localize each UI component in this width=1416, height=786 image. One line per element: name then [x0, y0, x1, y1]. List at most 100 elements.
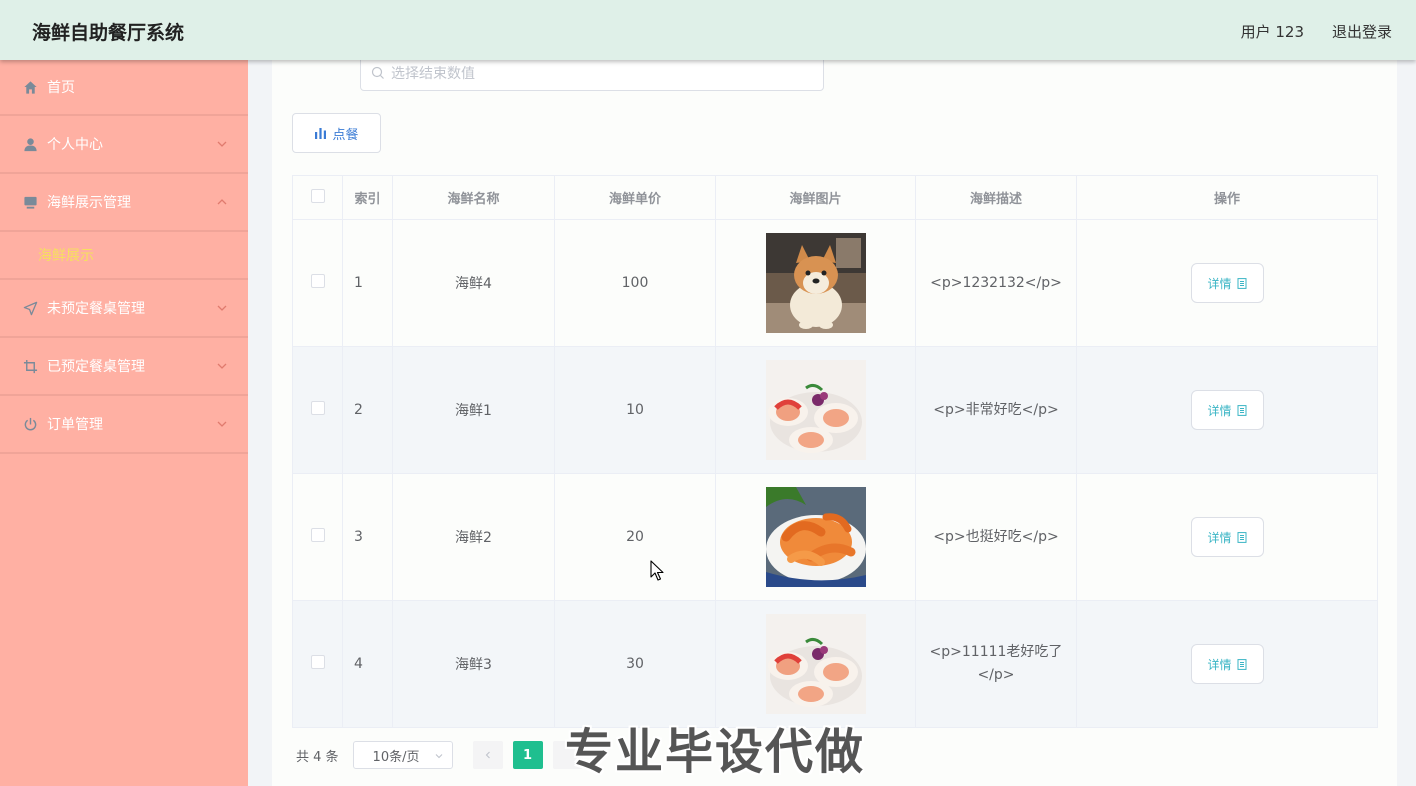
- select-all-checkbox[interactable]: [310, 188, 325, 203]
- scallop-photo: [765, 614, 866, 714]
- sidebar-item-label: 未预定餐桌管理: [47, 301, 145, 317]
- row-checkbox[interactable]: [310, 655, 325, 669]
- end-value-search: [360, 56, 824, 91]
- row-actions: 详情: [1076, 219, 1378, 347]
- row-index: 2: [342, 346, 393, 474]
- row-checkbox[interactable]: [310, 528, 325, 542]
- column-header: 操作: [1076, 175, 1378, 220]
- detail-button[interactable]: 详情: [1190, 390, 1264, 430]
- sidebar-subitem-seafood-display[interactable]: 海鲜展示: [0, 232, 248, 280]
- chevron-down-icon: [435, 754, 442, 759]
- row-image-cell: [715, 600, 916, 728]
- row-price: 100: [554, 219, 716, 347]
- detail-button-label: 详情: [1207, 530, 1232, 545]
- detail-button[interactable]: 详情: [1190, 263, 1264, 303]
- row-name: 海鲜2: [392, 473, 555, 601]
- table-row: 4 海鲜3 30 <p>11111老好吃了</p> 详情: [292, 600, 1378, 728]
- pagination-total: 共 4 条: [296, 749, 339, 765]
- home-icon: [22, 79, 38, 95]
- send-icon: [22, 300, 38, 316]
- shrimp-photo: [765, 487, 866, 587]
- prev-page-button[interactable]: [472, 741, 503, 769]
- sidebar-item-label: 个人中心: [47, 137, 103, 153]
- sidebar-item-label: 首页: [47, 80, 75, 96]
- row-price: 10: [554, 346, 716, 474]
- monitor-icon: [22, 194, 38, 210]
- table-row: 1 海鲜4 100 <p>1232132</p> 详情: [292, 219, 1378, 347]
- detail-button[interactable]: 详情: [1190, 517, 1264, 557]
- watermark-overlay: 专业毕设代做: [565, 724, 866, 780]
- row-description: <p>1232132</p>: [915, 219, 1077, 347]
- detail-button-label: 详情: [1207, 276, 1232, 291]
- pagination: 共 4 条 10条/页 1: [296, 741, 583, 769]
- select-all-cell: [292, 175, 343, 220]
- end-value-input[interactable]: [391, 57, 811, 90]
- detail-button[interactable]: 详情: [1190, 644, 1264, 684]
- sidebar-item-seafood-display[interactable]: 海鲜展示管理: [0, 174, 248, 232]
- row-name: 海鲜4: [392, 219, 555, 347]
- row-image-cell: [715, 219, 916, 347]
- row-checkbox[interactable]: [310, 401, 325, 415]
- chevron-down-icon: [217, 141, 227, 147]
- order-button[interactable]: 点餐: [292, 113, 381, 153]
- row-image-cell: [715, 473, 916, 601]
- bar-chart-icon: [315, 128, 327, 139]
- column-header: 索引: [342, 175, 393, 220]
- sidebar-item-orders[interactable]: 订单管理: [0, 396, 248, 454]
- sidebar-item-home[interactable]: 首页: [0, 60, 248, 116]
- row-name: 海鲜3: [392, 600, 555, 728]
- order-button-label: 点餐: [332, 127, 359, 143]
- search-icon: [371, 66, 384, 79]
- document-icon: [1237, 277, 1246, 289]
- user-icon: [22, 136, 38, 152]
- mouse-cursor-icon: [650, 560, 664, 581]
- chevron-down-icon: [217, 305, 227, 311]
- sidebar-item-profile[interactable]: 个人中心: [0, 116, 248, 174]
- document-icon: [1237, 658, 1246, 670]
- sidebar: 首页 个人中心 海鲜展示管理 海鲜展示 未预定餐桌管理 已预定餐桌管理 订单管理: [0, 60, 248, 786]
- row-index: 1: [342, 219, 393, 347]
- sidebar-item-label: 订单管理: [47, 417, 103, 433]
- document-icon: [1237, 404, 1246, 416]
- sidebar-item-reserved-tables[interactable]: 已预定餐桌管理: [0, 338, 248, 396]
- row-index: 4: [342, 600, 393, 728]
- column-header: 海鲜名称: [392, 175, 555, 220]
- column-header: 海鲜单价: [554, 175, 716, 220]
- sidebar-item-label: 海鲜展示管理: [47, 195, 131, 211]
- chevron-down-icon: [217, 363, 227, 369]
- page-number-button[interactable]: 1: [512, 741, 543, 769]
- chevron-down-icon: [217, 421, 227, 427]
- table-header-row: 索引 海鲜名称 海鲜单价 海鲜图片 海鲜描述 操作: [292, 175, 1378, 220]
- main-panel: 点餐 索引 海鲜名称 海鲜单价 海鲜图片 海鲜描述 操作 1 海鲜4 100: [272, 56, 1397, 786]
- row-price: 30: [554, 600, 716, 728]
- row-actions: 详情: [1076, 473, 1378, 601]
- current-user: 用户 123: [1240, 23, 1304, 41]
- row-checkbox[interactable]: [310, 274, 325, 288]
- dog-photo: [765, 233, 866, 333]
- row-actions: 详情: [1076, 346, 1378, 474]
- seafood-table: 索引 海鲜名称 海鲜单价 海鲜图片 海鲜描述 操作 1 海鲜4 100 <p>1…: [292, 175, 1378, 728]
- column-header: 海鲜图片: [715, 175, 916, 220]
- row-image-cell: [715, 346, 916, 474]
- table-row: 2 海鲜1 10 <p>非常好吃</p> 详情: [292, 346, 1378, 474]
- row-description: <p>11111老好吃了</p>: [915, 600, 1077, 728]
- document-icon: [1237, 531, 1246, 543]
- sidebar-item-label: 已预定餐桌管理: [47, 359, 145, 375]
- chevron-up-icon: [217, 199, 227, 205]
- row-name: 海鲜1: [392, 346, 555, 474]
- row-description: <p>也挺好吃</p>: [915, 473, 1077, 601]
- page-size-select[interactable]: 10条/页: [352, 741, 453, 769]
- page-size-value: 10条/页: [372, 749, 420, 765]
- row-actions: 详情: [1076, 600, 1378, 728]
- detail-button-label: 详情: [1207, 657, 1232, 672]
- table-row: 3 海鲜2 20 <p>也挺好吃</p> 详情: [292, 473, 1378, 601]
- scallop-photo: [765, 360, 866, 460]
- row-index: 3: [342, 473, 393, 601]
- detail-button-label: 详情: [1207, 403, 1232, 418]
- top-header: 海鲜自助餐厅系统 用户 123 退出登录: [0, 0, 1416, 60]
- row-description: <p>非常好吃</p>: [915, 346, 1077, 474]
- chevron-left-icon: [485, 751, 490, 759]
- logout-link[interactable]: 退出登录: [1332, 21, 1392, 42]
- crop-icon: [22, 358, 38, 374]
- sidebar-item-unreserved-tables[interactable]: 未预定餐桌管理: [0, 280, 248, 338]
